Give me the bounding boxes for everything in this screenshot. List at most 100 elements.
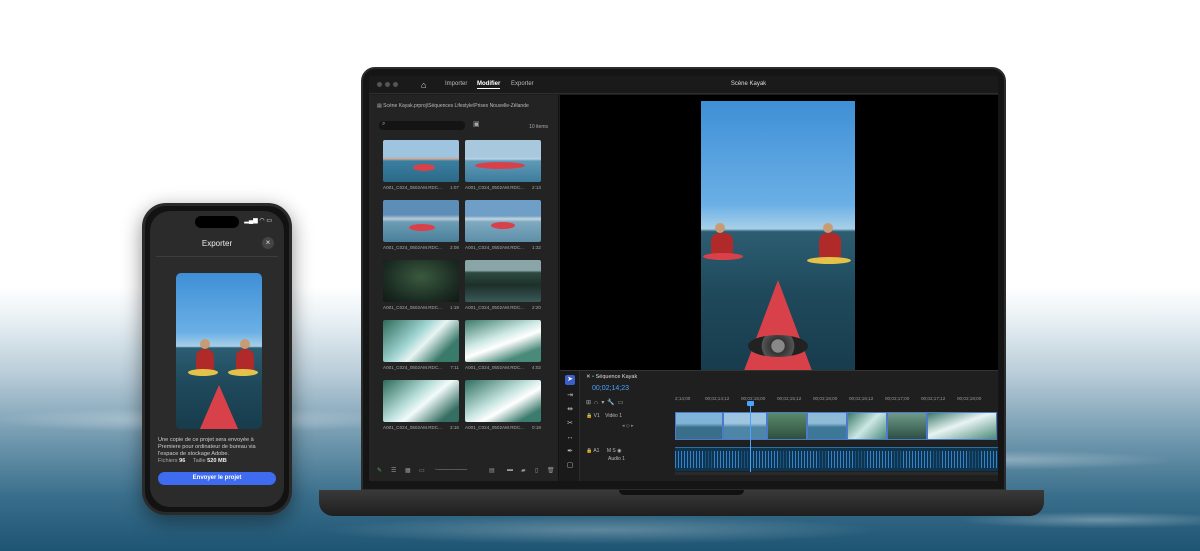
project-toolbar: ✎ ☰ ▦ ▭ ◦————— ▤ ▬ ▰ ▯ 🗑: [377, 467, 555, 477]
clip-thumbnail: [465, 260, 541, 302]
paddler-figure: [236, 339, 254, 371]
clip-thumbnail: [383, 320, 459, 362]
new-item-icon[interactable]: ▤: [489, 467, 495, 474]
clip-thumbnail: [465, 200, 541, 242]
size-label: Taille: [192, 458, 206, 464]
tools-panel: ➤ ⇥ ⇹ ✂ ↔ ✒ ▢: [560, 371, 580, 481]
clip-name: A001_C024_0502AM.RDC...: [465, 365, 524, 370]
video-clip[interactable]: [807, 412, 847, 440]
clip-item[interactable]: A001_C024_0502AM.RDC... 1:07: [383, 140, 459, 190]
clip-duration: 2:08: [450, 245, 459, 250]
keyframe-nav[interactable]: ◂ ◇ ▸: [622, 423, 671, 429]
clip-item[interactable]: A001_C024_0502AM.RDC... 1:32: [465, 200, 541, 250]
kayak-cockpit: [748, 334, 808, 357]
video-track-header: 🔒 V1 Vidéo 1 ◂ ◇ ▸: [586, 413, 671, 429]
video-clip[interactable]: [767, 412, 807, 440]
clip-item[interactable]: A001_C024_0502AM.RDC... 2:20: [465, 260, 541, 310]
zoom-slider[interactable]: ◦—————: [435, 467, 467, 473]
send-project-button[interactable]: Envoyer le projet: [158, 472, 276, 485]
paddler-figure: [196, 339, 214, 371]
new-file-icon[interactable]: ▯: [535, 467, 538, 474]
sequence-tab[interactable]: ✕ ▪ Séquence Kayak: [586, 374, 637, 380]
playhead[interactable]: [747, 401, 754, 475]
slip-tool-icon[interactable]: ↔: [565, 433, 575, 443]
top-bar: ⌂ Importer Modifier Exporter Scène Kayak: [369, 76, 998, 94]
clip-duration: 4:02: [532, 365, 541, 370]
clip-thumbnail: [465, 380, 541, 422]
kayak-shape: [703, 253, 743, 260]
status-icons: ▂▄▆ ◠ ▭: [244, 218, 272, 224]
clip-item[interactable]: A001_C024_0502AM.RDC... 2:13: [465, 140, 541, 190]
new-bin-icon[interactable]: ▣: [473, 120, 480, 128]
search-icon: ⌕: [382, 121, 386, 127]
folder-icon[interactable]: ▰: [521, 467, 526, 474]
kayak-shape: [228, 369, 258, 376]
clip-name: A001_C024_0502AM.RDC...: [383, 185, 442, 190]
search-input[interactable]: [379, 121, 465, 130]
clip-duration: 0:18: [532, 425, 541, 430]
clip-item[interactable]: A001_C024_0502AM.RDC... 0:18: [465, 380, 541, 430]
lock-icon[interactable]: 🔒: [586, 413, 594, 419]
export-meta: Fichiers 96 Taille 520 MB: [158, 458, 233, 464]
video-clip[interactable]: [675, 412, 723, 440]
mute-icon[interactable]: M S ◉: [607, 448, 622, 454]
close-icon[interactable]: ×: [262, 237, 274, 249]
track-select-icon[interactable]: ⇥: [565, 391, 575, 401]
captions-icon[interactable]: ▭: [618, 400, 627, 406]
pen-icon[interactable]: ✒: [565, 447, 575, 457]
files-label: Fichiers: [158, 458, 178, 464]
clip-thumbnail: [465, 140, 541, 182]
list-view-icon[interactable]: ☰: [391, 467, 396, 474]
clip-item[interactable]: A001_C024_0502AM.RDC... 1:19: [383, 260, 459, 310]
ruler-tick: 00;02;16;00: [813, 396, 838, 401]
video-clip[interactable]: [887, 412, 927, 440]
clip-name: A001_C024_0502AM.RDC...: [465, 305, 524, 310]
phone-device: ▂▄▆ ◠ ▭ Exporter × Une copie de ce proje…: [142, 203, 292, 515]
files-value: 96: [179, 458, 186, 464]
clip-duration: 3:16: [450, 425, 459, 430]
ruler-tick: 00;02;14;12: [705, 396, 730, 401]
wrench-icon[interactable]: 🔧: [607, 400, 617, 406]
clip-name: A001_C024_0502AM.RDC...: [465, 185, 524, 190]
clip-item[interactable]: A001_C024_0502AM.RDC... 7:11: [383, 320, 459, 370]
kayak-bow: [733, 280, 823, 373]
trash-icon[interactable]: 🗑: [547, 467, 555, 474]
ruler-tick: 00;02;18;00: [957, 396, 982, 401]
laptop-lid: ⌂ Importer Modifier Exporter Scène Kayak…: [361, 67, 1006, 491]
clip-duration: 1:32: [532, 245, 541, 250]
clip-item[interactable]: A001_C024_0502AM.RDC... 2:08: [383, 200, 459, 250]
item-count: 10 items: [529, 124, 548, 130]
clip-item[interactable]: A001_C024_0502AM.RDC... 3:16: [383, 380, 459, 430]
divider: [156, 256, 278, 257]
monitor-frame: [701, 101, 855, 373]
clip-name: A001_C024_0502AM.RDC...: [383, 365, 442, 370]
video-clip[interactable]: [927, 412, 997, 440]
razor-icon[interactable]: ✂: [565, 419, 575, 429]
clip-item[interactable]: A001_C024_0502AM.RDC... 4:02: [465, 320, 541, 370]
pencil-icon[interactable]: ✎: [377, 467, 382, 474]
clip-thumbnail: [383, 380, 459, 422]
ripple-edit-icon[interactable]: ⇹: [565, 405, 575, 415]
video-clip[interactable]: [847, 412, 887, 440]
export-description: Une copie de ce projet sera envoyée à Pr…: [158, 437, 256, 457]
timecode-display[interactable]: 00;02;14;23: [592, 385, 629, 392]
kayak-shape: [807, 257, 851, 264]
kayak-bow: [193, 384, 245, 429]
snap-icon[interactable]: ⊞: [586, 400, 594, 406]
text-tool-icon[interactable]: ▢: [565, 461, 575, 471]
time-ruler[interactable]: 2;14;00 00;02;14;12 00;02;15;00 00;02;15…: [675, 396, 998, 406]
selection-tool-icon[interactable]: ➤: [565, 375, 575, 385]
video-clip[interactable]: [723, 412, 767, 440]
audio-track[interactable]: [675, 447, 998, 471]
window-title: Scène Kayak: [730, 81, 767, 87]
timeline-scrollbar[interactable]: [675, 472, 998, 475]
grid-view-icon[interactable]: ▦: [405, 467, 411, 474]
premiere-app: ⌂ Importer Modifier Exporter Scène Kayak…: [369, 76, 998, 481]
paddler-figure: [819, 223, 841, 259]
ruler-tick: 00;02;17;12: [921, 396, 946, 401]
clip-name: A001_C024_0502AM.RDC...: [383, 305, 442, 310]
bin-icon[interactable]: ▬: [507, 467, 513, 473]
clip-thumbnail: [465, 320, 541, 362]
freeform-view-icon[interactable]: ▭: [419, 467, 425, 474]
timeline-panel: ➤ ⇥ ⇹ ✂ ↔ ✒ ▢ ✕ ▪ Séquence Kayak 00;02;1…: [560, 370, 998, 481]
